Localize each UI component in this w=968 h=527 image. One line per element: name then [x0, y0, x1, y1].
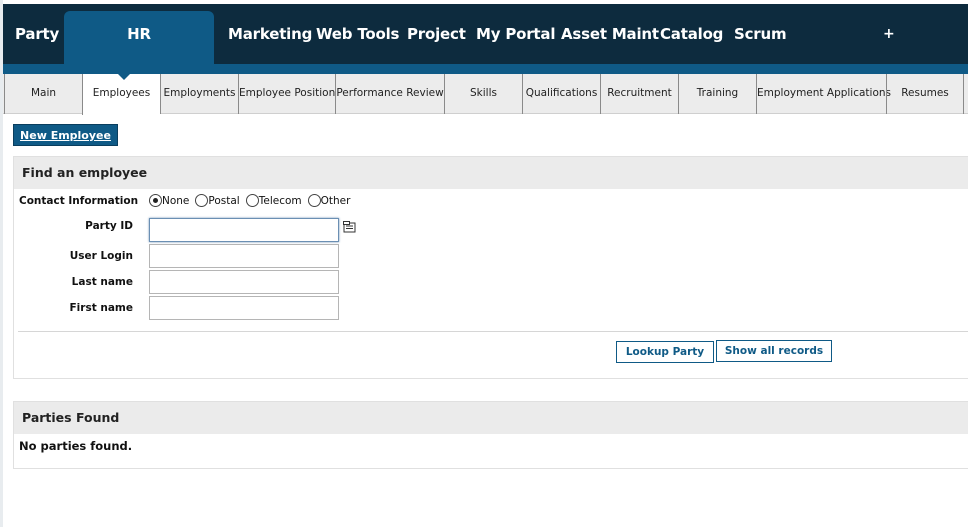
- subtab-employments[interactable]: Employments: [160, 74, 238, 114]
- subtab-recruitment[interactable]: Recruitment: [600, 74, 678, 114]
- first-name-label: First name: [69, 302, 134, 314]
- parties-found-panel: Parties Found: [13, 401, 968, 469]
- nav-tab-asset-maint[interactable]: Asset Maint: [561, 4, 659, 64]
- radio-telecom[interactable]: [245, 194, 259, 207]
- lookup-icon[interactable]: [343, 221, 357, 234]
- form-divider: [18, 331, 968, 332]
- nav-tab-hr[interactable]: HR: [64, 11, 214, 71]
- find-employee-title: Find an employee: [14, 157, 968, 189]
- subtab-employees[interactable]: Employees: [82, 74, 160, 115]
- radio-other-label: Other: [320, 195, 351, 207]
- no-parties-message: No parties found.: [19, 439, 133, 453]
- user-login-input[interactable]: [149, 244, 339, 268]
- add-tab-button[interactable]: +: [883, 4, 895, 64]
- contact-information-label: Contact Information: [19, 195, 139, 207]
- nav-tab-web-tools[interactable]: Web Tools: [316, 4, 399, 64]
- nav-tab-party[interactable]: Party: [15, 4, 59, 64]
- subtab-qualifications[interactable]: Qualifications: [522, 74, 600, 114]
- subtab-employee-position[interactable]: Employee Position: [238, 74, 335, 114]
- top-navigation: Party HR Marketing Web Tools Project My …: [3, 4, 968, 71]
- new-employee-button[interactable]: New Employee: [13, 124, 118, 146]
- nav-tab-marketing[interactable]: Marketing: [228, 4, 312, 64]
- radio-none-label: None: [162, 195, 190, 207]
- subtab-main[interactable]: Main: [4, 74, 82, 114]
- active-tab-pointer: [117, 73, 131, 80]
- user-login-label: User Login: [69, 250, 133, 262]
- parties-found-title: Parties Found: [14, 402, 968, 434]
- radio-none[interactable]: [149, 194, 162, 207]
- nav-tab-catalog[interactable]: Catalog: [660, 4, 723, 64]
- sub-navigation: Main Employees Employments Employee Posi…: [3, 74, 968, 115]
- radio-other[interactable]: [307, 194, 321, 207]
- subtab-resumes[interactable]: Resumes: [886, 74, 964, 114]
- lookup-party-button[interactable]: Lookup Party: [616, 341, 714, 363]
- last-name-input[interactable]: [149, 270, 339, 294]
- party-id-label: Party ID: [85, 220, 133, 232]
- nav-tab-project[interactable]: Project: [407, 4, 466, 64]
- radio-telecom-label: Telecom: [258, 195, 302, 207]
- subtab-performance-review[interactable]: Performance Review: [335, 74, 444, 114]
- show-all-records-button[interactable]: Show all records: [716, 340, 832, 362]
- party-id-input[interactable]: [149, 218, 339, 242]
- first-name-input[interactable]: [149, 296, 339, 320]
- subtab-employment-applications[interactable]: Employment Applications: [756, 74, 891, 114]
- contact-information-radio-group: None Postal Telecom Other: [149, 194, 356, 208]
- subtab-skills[interactable]: Skills: [444, 74, 522, 114]
- subtab-training[interactable]: Training: [678, 74, 756, 114]
- nav-tab-my-portal[interactable]: My Portal: [476, 4, 555, 64]
- last-name-label: Last name: [71, 276, 133, 288]
- radio-postal-label: Postal: [208, 195, 240, 207]
- nav-tab-scrum[interactable]: Scrum: [734, 4, 787, 64]
- radio-postal[interactable]: [195, 194, 209, 207]
- nav-accent-strip: [3, 64, 968, 74]
